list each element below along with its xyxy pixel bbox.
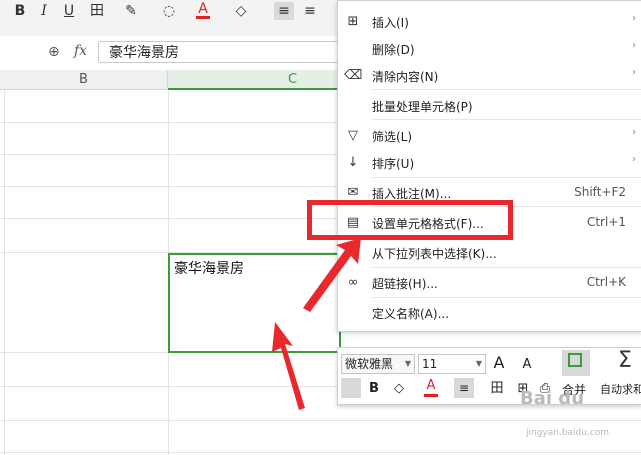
annotation-arrow-up	[272, 322, 305, 410]
watermark-url: jingyan.baidu.com	[526, 428, 610, 438]
annotation-arrows	[272, 238, 361, 410]
annotation-arrow-up-right	[303, 238, 361, 312]
watermark-brand: Bai du	[520, 388, 585, 409]
